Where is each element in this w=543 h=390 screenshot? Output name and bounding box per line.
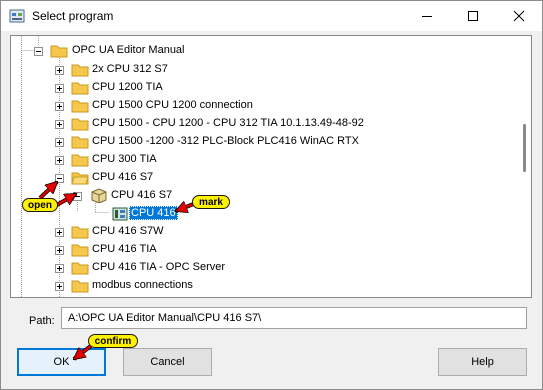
tree-item[interactable]: CPU 416 bbox=[11, 205, 519, 223]
path-field[interactable]: A:\OPC UA Editor Manual\CPU 416 S7\ bbox=[61, 307, 527, 329]
tree-item[interactable]: 2x CPU 312 S7 bbox=[11, 61, 519, 79]
tree-item[interactable]: CPU 416 TIA - OPC Server bbox=[11, 259, 519, 277]
tree-item-label: CPU 416 S7W bbox=[92, 225, 164, 237]
tree-item[interactable]: CPU 1500 - CPU 1200 - CPU 312 TIA 10.1.1… bbox=[11, 115, 519, 133]
folder-icon bbox=[71, 118, 89, 131]
cancel-button[interactable]: Cancel bbox=[123, 348, 212, 376]
tree-item[interactable]: CPU 416 S7 bbox=[11, 187, 519, 205]
tree-root-item[interactable]: OPC UA Editor Manual bbox=[11, 42, 519, 60]
close-button[interactable] bbox=[496, 1, 542, 31]
program-tree[interactable]: OPC UA Editor Manual 2x CPU 312 S7 CPU 12… bbox=[10, 35, 532, 298]
tree-item[interactable]: CPU 1500 CPU 1200 connection bbox=[11, 97, 519, 115]
confirm-callout: confirm bbox=[88, 334, 138, 348]
maximize-button[interactable] bbox=[450, 1, 496, 31]
tree-item[interactable]: CPU 416 S7 bbox=[11, 169, 519, 187]
close-icon bbox=[513, 10, 525, 22]
mark-callout: mark bbox=[192, 195, 230, 209]
tree-item-label: OPC UA Editor Manual bbox=[72, 44, 185, 56]
tree-item[interactable]: modbus connections bbox=[11, 277, 519, 295]
folder-icon bbox=[71, 82, 89, 95]
collapse-icon[interactable] bbox=[55, 174, 64, 183]
minimize-button[interactable] bbox=[404, 1, 450, 31]
tree-item[interactable]: CPU 416 TIA bbox=[11, 241, 519, 259]
tree-item-label: 2x CPU 312 S7 bbox=[92, 63, 168, 75]
minimize-icon bbox=[422, 16, 432, 17]
folder-icon bbox=[71, 280, 89, 293]
ok-button[interactable]: OK bbox=[17, 348, 106, 376]
expand-icon[interactable] bbox=[55, 138, 64, 147]
expand-icon[interactable] bbox=[55, 228, 64, 237]
collapse-icon[interactable] bbox=[34, 47, 43, 56]
folder-icon bbox=[71, 136, 89, 149]
help-button[interactable]: Help bbox=[438, 348, 527, 376]
tree-item-label: CPU 416 bbox=[129, 206, 178, 220]
tree-item-label: CPU 416 S7 bbox=[92, 171, 154, 183]
expand-icon[interactable] bbox=[55, 246, 64, 255]
select-program-dialog: Select program OPC UA Editor Manual 2x C… bbox=[0, 0, 543, 390]
tree-item[interactable]: CPU 1500 -1200 -312 PLC-Block PLC416 Win… bbox=[11, 133, 519, 151]
app-icon bbox=[9, 9, 25, 23]
open-callout: open bbox=[22, 198, 58, 212]
path-value: A:\OPC UA Editor Manual\CPU 416 S7\ bbox=[68, 312, 262, 324]
expand-icon[interactable] bbox=[55, 156, 64, 165]
tree-item-label: modbus connections bbox=[92, 279, 193, 291]
expand-icon[interactable] bbox=[55, 84, 64, 93]
path-label: Path: bbox=[29, 315, 55, 327]
tree-item-label: CPU 300 TIA bbox=[92, 153, 157, 165]
tree-item-label: CPU 1500 -1200 -312 PLC-Block PLC416 Win… bbox=[92, 135, 359, 147]
folder-icon bbox=[71, 172, 89, 185]
expand-icon[interactable] bbox=[55, 282, 64, 291]
maximize-icon bbox=[468, 11, 478, 21]
title-bar: Select program bbox=[1, 1, 542, 31]
expand-icon[interactable] bbox=[55, 264, 64, 273]
cpu-icon bbox=[112, 207, 128, 221]
tree-item-label: CPU 416 TIA bbox=[92, 243, 157, 255]
tree-item[interactable]: CPU 1200 TIA bbox=[11, 79, 519, 97]
tree-item[interactable]: CPU 416 S7W bbox=[11, 223, 519, 241]
window-title: Select program bbox=[32, 9, 114, 23]
folder-icon bbox=[71, 64, 89, 77]
scrollbar-thumb[interactable] bbox=[523, 124, 526, 172]
folder-icon bbox=[71, 244, 89, 257]
folder-icon bbox=[71, 100, 89, 113]
tree-item[interactable]: CPU 300 TIA bbox=[11, 151, 519, 169]
tree-item-label: CPU 1500 CPU 1200 connection bbox=[92, 99, 253, 111]
folder-open-icon bbox=[50, 45, 68, 58]
folder-icon bbox=[71, 154, 89, 167]
tree-item-label: CPU 416 S7 bbox=[111, 189, 173, 201]
folder-icon bbox=[71, 262, 89, 275]
tree-item-label: CPU 1500 - CPU 1200 - CPU 312 TIA 10.1.1… bbox=[92, 117, 364, 129]
tree-item-label: CPU 1200 TIA bbox=[92, 81, 163, 93]
expand-icon[interactable] bbox=[55, 102, 64, 111]
folder-icon bbox=[71, 226, 89, 239]
station-icon bbox=[91, 188, 107, 203]
collapse-icon[interactable] bbox=[73, 192, 82, 201]
expand-icon[interactable] bbox=[55, 120, 64, 129]
vertical-scrollbar[interactable] bbox=[519, 36, 530, 297]
expand-icon[interactable] bbox=[55, 66, 64, 75]
tree-item-label: CPU 416 TIA - OPC Server bbox=[92, 261, 226, 273]
